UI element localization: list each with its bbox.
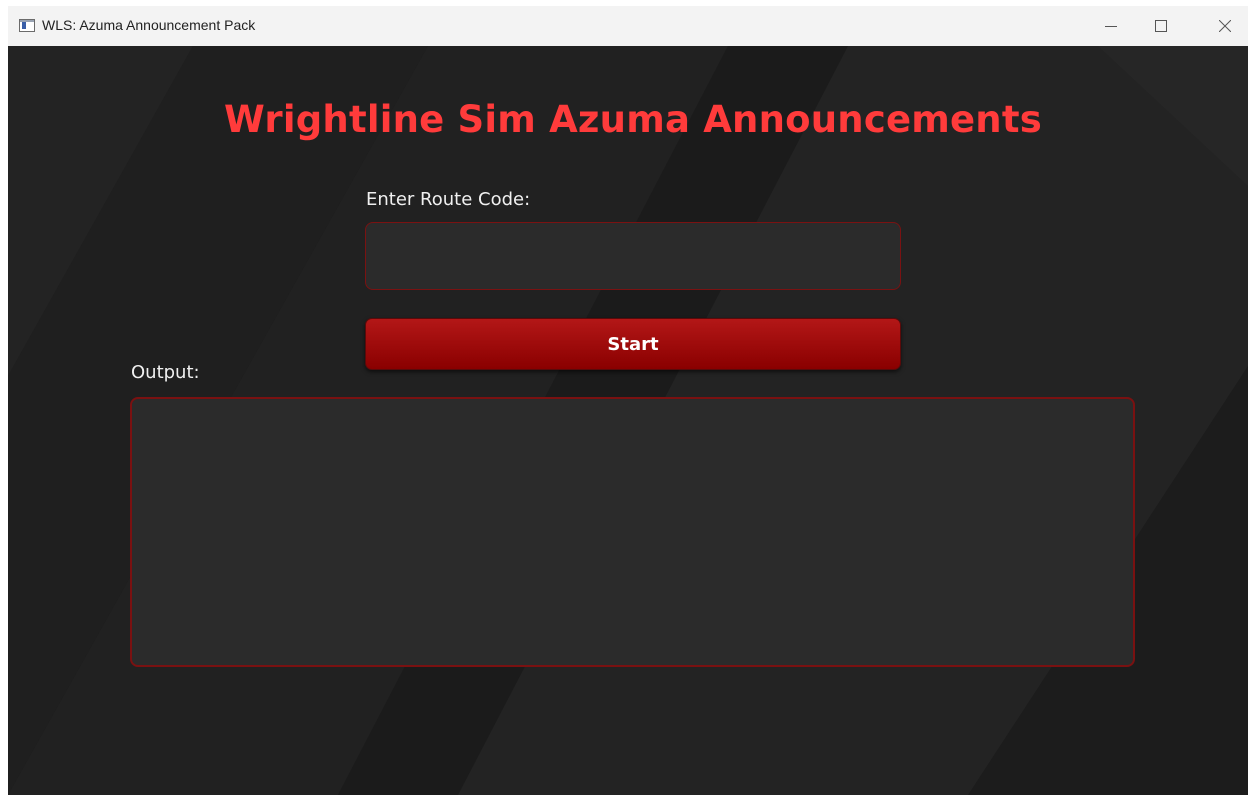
minimize-icon [1105, 26, 1117, 27]
main-panel: Wrightline Sim Azuma Announcements Enter… [8, 46, 1248, 795]
minimize-button[interactable] [1088, 6, 1134, 46]
output-textarea[interactable] [130, 397, 1135, 667]
route-code-input[interactable] [365, 222, 901, 290]
app-window-icon [19, 19, 35, 32]
maximize-icon [1155, 20, 1167, 32]
app-window: WLS: Azuma Announcement Pack Wrightline … [8, 6, 1248, 795]
start-button[interactable]: Start [365, 318, 901, 370]
close-button[interactable] [1202, 6, 1248, 46]
maximize-button[interactable] [1138, 6, 1184, 46]
window-title: WLS: Azuma Announcement Pack [42, 17, 256, 33]
route-code-label: Enter Route Code: [366, 189, 531, 210]
page-title: Wrightline Sim Azuma Announcements [224, 98, 1042, 141]
title-bar[interactable]: WLS: Azuma Announcement Pack [8, 6, 1248, 46]
close-icon [1219, 20, 1231, 32]
output-label: Output: [131, 362, 200, 383]
